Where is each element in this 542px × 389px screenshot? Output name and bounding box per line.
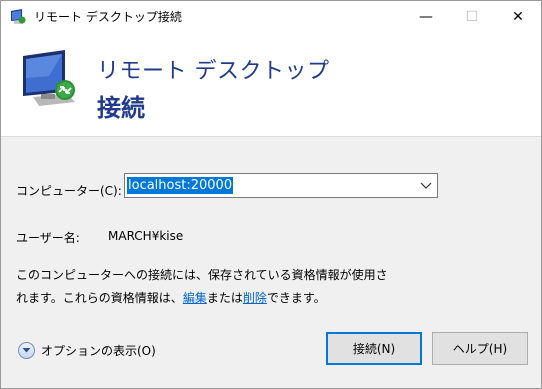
close-button[interactable]: ✕	[495, 1, 541, 32]
info-suffix: できます。	[266, 291, 326, 305]
show-options-toggle[interactable]: オプションの表示(O)	[18, 342, 156, 359]
remote-desktop-icon	[11, 8, 26, 24]
remote-desktop-banner-icon	[23, 50, 75, 106]
credentials-info-line1: このコンピューターへの接続には、保存されている資格情報が使用さ	[16, 268, 388, 282]
expand-circle-icon[interactable]	[18, 342, 35, 359]
help-button[interactable]: ヘルプ(H)	[432, 332, 528, 365]
connect-button[interactable]: 接続(N)	[326, 332, 422, 365]
info-prefix: れます。これらの資格情報は、	[16, 291, 183, 305]
banner-subtitle: 接続	[97, 94, 145, 122]
chevron-down-icon[interactable]	[419, 178, 433, 192]
window-title: リモート デスクトップ接続	[34, 10, 182, 24]
username-value: MARCH¥kise	[108, 229, 184, 243]
remote-desktop-window: リモート デスクトップ接続 — ☐ ✕ リモート デスクトップ 接続 コンピュー…	[0, 0, 542, 389]
title-bar: リモート デスクトップ接続 — ☐ ✕	[1, 1, 541, 32]
credentials-info-line2: れます。これらの資格情報は、編集または削除できます。	[16, 289, 326, 306]
banner: リモート デスクトップ 接続	[1, 32, 541, 137]
maximize-button[interactable]: ☐	[449, 1, 495, 32]
delete-link[interactable]: 削除	[243, 291, 267, 305]
computer-value[interactable]: localhost:20000	[127, 177, 234, 194]
minimize-button[interactable]: —	[403, 1, 449, 32]
edit-link[interactable]: 編集	[183, 291, 207, 305]
info-mid: または	[206, 291, 243, 305]
username-label: ユーザー名:	[16, 231, 80, 245]
show-options-label[interactable]: オプションの表示(O)	[41, 342, 156, 359]
computer-combobox[interactable]: localhost:20000	[124, 173, 438, 198]
banner-title: リモート デスクトップ	[97, 59, 330, 84]
computer-label: コンピューター(C):	[16, 184, 122, 198]
